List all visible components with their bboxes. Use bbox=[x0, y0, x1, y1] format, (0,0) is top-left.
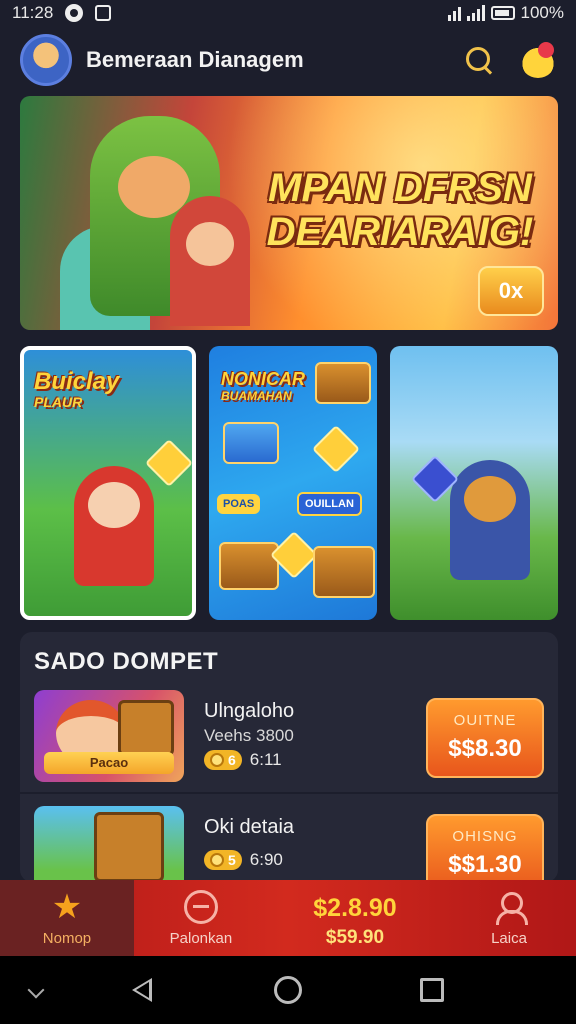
item-subtitle: Veehs 3800 bbox=[204, 726, 294, 745]
item-name: Ulngaloho bbox=[204, 700, 295, 722]
wallet-title: SADO DOMPET bbox=[34, 648, 219, 675]
buy-button-label: OUITNE bbox=[453, 712, 517, 729]
balance-main: $2.8.90 bbox=[313, 894, 397, 922]
hero-character-girl bbox=[170, 196, 250, 326]
wheel-icon bbox=[183, 890, 218, 924]
buy-button[interactable]: OHISNG $$1.30 bbox=[426, 814, 544, 882]
balance-secondary: $59.90 bbox=[325, 927, 385, 948]
hero-title-line1: MPAN DFRSN bbox=[268, 166, 532, 210]
game-card-pill: POAS bbox=[217, 494, 261, 514]
nav-label: Laica bbox=[491, 930, 527, 947]
wallet-section: SADO DOMPET Pacao Ulngaloho Veehs 3800 6… bbox=[20, 632, 558, 882]
nav-label: Palonkan bbox=[169, 930, 233, 947]
back-icon[interactable] bbox=[132, 978, 152, 1002]
buy-button-label: OHISNG bbox=[452, 828, 518, 845]
item-thumbnail: Pacao bbox=[34, 690, 184, 782]
coin-chip: 6 bbox=[204, 750, 242, 770]
treasure-chest-icon bbox=[315, 362, 371, 404]
nav-item-home[interactable]: ★ Nomop bbox=[0, 880, 134, 956]
item-meta-value: 6:90 bbox=[249, 850, 283, 869]
game-card-character bbox=[450, 460, 530, 580]
app-header: Bemeraan Dianagem bbox=[0, 30, 576, 90]
home-icon[interactable] bbox=[274, 976, 302, 1004]
hero-badge[interactable]: 0x bbox=[478, 266, 544, 316]
game-card-pill: OUILLAN bbox=[297, 492, 362, 516]
list-item[interactable]: Pacao Ulngaloho Veehs 3800 6 6:11 OUITNE… bbox=[20, 684, 558, 794]
hero-title-line2: DEARIARAIG! bbox=[266, 210, 534, 254]
wifi-icon bbox=[447, 5, 461, 21]
battery-icon bbox=[490, 6, 515, 20]
game-card[interactable]: NONICAR BUAMAHAN POAS OUILLAN bbox=[209, 346, 377, 620]
hero-banner[interactable]: MPAN DFRSN DEARIARAIG! 0x bbox=[20, 96, 558, 330]
signal-icon bbox=[466, 5, 485, 21]
search-icon[interactable] bbox=[464, 45, 494, 75]
buy-button[interactable]: OUITNE $$8.30 bbox=[426, 698, 544, 778]
app-screen: 11:28 100% Bemeraan Dianagem MPAN DFRSN … bbox=[0, 0, 576, 1024]
robot-icon bbox=[223, 422, 279, 464]
item-thumbnail-tag: Pacao bbox=[44, 752, 174, 774]
app-notification-icon bbox=[95, 5, 112, 21]
item-name: Oki detaia bbox=[204, 816, 295, 838]
chevron-down-icon[interactable] bbox=[27, 981, 45, 999]
buy-button-price: $$8.30 bbox=[448, 735, 522, 762]
item-meta: 5 6:90 bbox=[204, 850, 283, 870]
avatar[interactable] bbox=[20, 34, 72, 86]
coin-chip-value: 5 bbox=[228, 852, 236, 868]
game-card[interactable] bbox=[390, 346, 558, 620]
game-card-row: Buiclay PLAUR NONICAR BUAMAHAN POAS OUIL… bbox=[20, 346, 558, 620]
cart-icon bbox=[219, 542, 279, 590]
reward-icon[interactable] bbox=[520, 42, 556, 78]
status-time: 11:28 bbox=[12, 3, 54, 22]
item-thumbnail bbox=[34, 806, 184, 882]
balance-display[interactable]: $2.8.90 $59.90 bbox=[268, 880, 442, 956]
item-meta: 6 6:11 bbox=[204, 750, 282, 770]
nav-item-profile[interactable]: Laica bbox=[442, 880, 576, 956]
crate-icon bbox=[94, 812, 164, 882]
recent-apps-icon[interactable] bbox=[420, 978, 444, 1002]
buy-button-price: $$1.30 bbox=[448, 851, 522, 878]
game-card-logo-sub: PLAUR bbox=[34, 394, 83, 410]
coin-icon bbox=[210, 753, 224, 767]
treasure-chest-icon bbox=[313, 546, 375, 598]
status-bar: 11:28 100% bbox=[0, 0, 576, 26]
game-card-logo-text: Buiclay bbox=[34, 368, 120, 395]
coin-icon bbox=[210, 853, 224, 867]
game-card-character bbox=[74, 466, 154, 586]
coin-icon bbox=[144, 438, 192, 488]
game-card-logo-text: NONICAR bbox=[221, 369, 305, 389]
nav-item-wheel[interactable]: Palonkan bbox=[134, 880, 268, 956]
crate-icon bbox=[118, 700, 174, 756]
game-card[interactable]: Buiclay PLAUR bbox=[20, 346, 196, 620]
coin-chip: 5 bbox=[204, 850, 242, 870]
app-title: Bemeraan Dianagem bbox=[86, 47, 304, 72]
person-icon bbox=[492, 890, 529, 925]
battery-percent: 100% bbox=[520, 3, 564, 22]
star-icon: ★ bbox=[51, 888, 83, 926]
game-card-logo: Buiclay PLAUR bbox=[34, 368, 174, 411]
system-nav-bar bbox=[0, 956, 576, 1024]
nav-label: Nomop bbox=[42, 930, 92, 947]
gem-icon bbox=[311, 424, 361, 474]
hero-title: MPAN DFRSN DEARIARAIG! bbox=[250, 166, 550, 254]
bottom-nav: ★ Nomop Palonkan $2.8.90 $59.90 Laica bbox=[0, 880, 576, 956]
item-meta-value: 6:11 bbox=[249, 750, 282, 769]
notification-dot-icon bbox=[65, 4, 84, 22]
coin-chip-value: 6 bbox=[228, 752, 236, 768]
list-item[interactable]: Oki detaia 5 6:90 OHISNG $$1.30 bbox=[20, 800, 558, 882]
